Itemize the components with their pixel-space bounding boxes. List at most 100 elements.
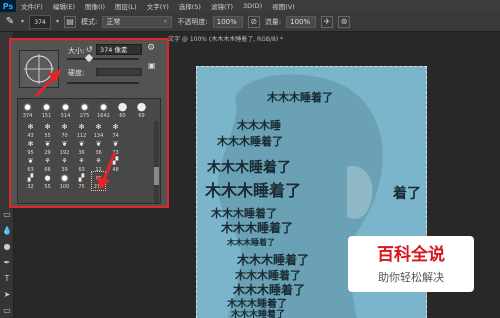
brush-preset-size: 275 (79, 113, 90, 119)
rectangle-tool-icon[interactable]: ▭ (2, 306, 12, 316)
menu-image[interactable]: 图像(I) (80, 1, 110, 11)
brush-preset[interactable]: ⚘ 66 (41, 155, 54, 174)
brush-preset[interactable]: ● 514 (59, 101, 72, 120)
photoshop-window: Ps 文件(F) 编辑(E) 图像(I) 图层(L) 文字(Y) 选择(S) 滤… (0, 0, 500, 318)
menu-filter[interactable]: 滤镜(T) (206, 1, 238, 11)
brush-panel-toggle-icon[interactable]: ▤ (64, 15, 77, 28)
hardness-input[interactable] (96, 68, 142, 76)
brush-preset-size: 60 (119, 113, 126, 119)
brush-picker-chevron-icon[interactable]: ▾ (56, 18, 59, 25)
path-select-tool-icon[interactable]: ➤ (2, 290, 12, 300)
menu-bar: Ps 文件(F) 编辑(E) 图像(I) 图层(L) 文字(Y) 选择(S) 滤… (0, 0, 500, 12)
chevron-down-icon[interactable]: ▾ (21, 18, 24, 25)
pressure-size-icon[interactable]: ⊛ (338, 15, 351, 28)
brush-preset-size: 514 (60, 113, 71, 119)
dodge-tool-icon[interactable]: ● (2, 242, 12, 252)
airbrush-icon[interactable]: ✈ (321, 15, 334, 28)
menu-file[interactable]: 文件(F) (16, 1, 48, 11)
brush-preset-size: 1642 (97, 113, 110, 119)
brush-preset[interactable]: ≋ 275 (91, 171, 106, 191)
brush-preset[interactable]: ▞ 48 (109, 155, 122, 174)
flow-input[interactable]: 100% (286, 15, 317, 28)
pressure-opacity-icon[interactable]: ⊘ (247, 15, 260, 28)
brush-tip-preview[interactable] (19, 50, 59, 88)
brush-round-soft-icon: ● (43, 102, 50, 111)
brush-preset[interactable]: ❦ 63 (24, 155, 37, 174)
canvas-text-line: 木木木睡着了 (237, 253, 310, 267)
brush-preset-list: ● 374 ● 151 ● 514 ● 275 ● 1642 ● 60 ● 69 ✻ 43 ✻ 55 ✻ 70 ✻ 112… (17, 98, 161, 204)
pen-tool-icon[interactable]: ✒ (2, 258, 12, 268)
brush-tool-icon[interactable]: ✎ (4, 16, 16, 28)
brush-preset[interactable]: ⚘ 11 (92, 155, 105, 174)
size-slider-handle[interactable] (84, 53, 93, 63)
brush-preset[interactable]: ✻ 55 (41, 121, 54, 140)
canvas-text-line: 木木木睡着了 (221, 221, 294, 235)
preset-scrollbar[interactable] (154, 121, 159, 203)
brush-preset-size: 75 (78, 184, 85, 190)
brush-preset[interactable]: ❦ 36 (92, 138, 105, 157)
menu-type[interactable]: 文字(Y) (142, 1, 174, 11)
brush-splatter-icon: ✻ (27, 139, 34, 148)
brush-grass-icon: ⚘ (61, 156, 68, 165)
menu-select[interactable]: 选择(S) (174, 1, 206, 11)
brush-preset[interactable]: ● 69 (135, 100, 148, 119)
size-input[interactable]: 374 像素 (96, 44, 142, 55)
brush-preset[interactable]: ✻ 112 (75, 121, 88, 140)
brush-splatter-icon: ✻ (95, 122, 102, 131)
brush-preset-size: 100 (59, 184, 70, 190)
brush-preset[interactable]: ✻ 134 (92, 121, 105, 140)
reset-size-icon[interactable]: ↺ (86, 45, 93, 54)
brush-preset[interactable]: ❦ 36 (75, 138, 88, 157)
document-tab[interactable]: 文字 @ 100% (木木木木睡着了, RGB/8) * (168, 34, 328, 46)
hardness-slider[interactable] (67, 82, 139, 84)
new-preset-icon[interactable]: ▣ (148, 61, 156, 70)
watermark-subtitle: 助你轻松解决 (378, 271, 444, 284)
mode-select[interactable]: 正常 (102, 15, 173, 28)
brush-preset[interactable]: ● 1642 (97, 101, 110, 120)
brush-round-soft-icon: ● (24, 102, 31, 111)
blur-tool-icon[interactable]: 💧 (2, 226, 12, 236)
brush-chalk-icon: ▞ (112, 156, 119, 165)
watermark-title: 百科全说 (377, 245, 445, 265)
opacity-input[interactable]: 100% (212, 15, 243, 28)
gear-icon[interactable]: ⚙ (147, 43, 155, 53)
brush-chalk-icon: ▞ (27, 173, 34, 182)
brush-round-hard-icon: ● (136, 100, 147, 113)
brush-preset[interactable]: ✻ 74 (109, 121, 122, 140)
size-slider[interactable] (67, 53, 139, 63)
brush-preset[interactable]: ▞ 75 (75, 172, 88, 191)
eraser-tool-icon[interactable]: ▭ (2, 210, 12, 220)
baike-watermark: 百科全说 助你轻松解决 (348, 236, 474, 292)
brush-preset[interactable]: ▞ 32 (24, 172, 37, 191)
brush-preset[interactable]: ❦ 29 (41, 138, 54, 157)
brush-chalk-icon: ▞ (78, 173, 85, 182)
brush-leaf-icon: ❦ (44, 139, 51, 148)
menu-edit[interactable]: 编辑(E) (48, 1, 80, 11)
brush-preset[interactable]: ⚘ 39 (58, 155, 71, 174)
brush-preset[interactable]: ✻ 70 (58, 121, 71, 140)
canvas-text-line: 木木木睡着了 (227, 238, 275, 247)
menu-view[interactable]: 视图(V) (267, 1, 300, 11)
brush-preset[interactable]: ✻ 95 (24, 138, 37, 157)
brush-grass-icon: ⚘ (95, 156, 102, 165)
brush-preset[interactable]: ● 60 (116, 100, 129, 119)
brush-preset[interactable]: ● 100 (58, 172, 71, 191)
brush-preset[interactable]: ● 275 (78, 101, 91, 120)
brush-preset[interactable]: ● 55 (41, 172, 54, 191)
brush-preset[interactable]: ● 151 (40, 101, 53, 120)
brush-preset[interactable]: ❦ 192 (58, 138, 71, 157)
scrollbar-thumb[interactable] (154, 167, 159, 185)
brush-size-picker[interactable]: 374 (29, 14, 52, 29)
brush-leaf-icon: ❦ (112, 139, 119, 148)
type-tool-icon[interactable]: T (2, 274, 12, 284)
brush-preset[interactable]: ● 374 (21, 101, 34, 120)
brush-preset[interactable]: ⚘ 63 (75, 155, 88, 174)
menu-3d[interactable]: 3D(D) (238, 2, 267, 10)
brush-preset[interactable]: ✻ 43 (24, 121, 37, 140)
brush-preset-size: 55 (44, 184, 51, 190)
brush-leaf-icon: ❦ (61, 139, 68, 148)
menu-layer[interactable]: 图层(L) (110, 1, 142, 11)
brush-round-soft-icon: ● (61, 173, 68, 182)
brush-preset[interactable]: ❦ 33 (109, 138, 122, 157)
brush-preset-size: 151 (41, 113, 52, 119)
